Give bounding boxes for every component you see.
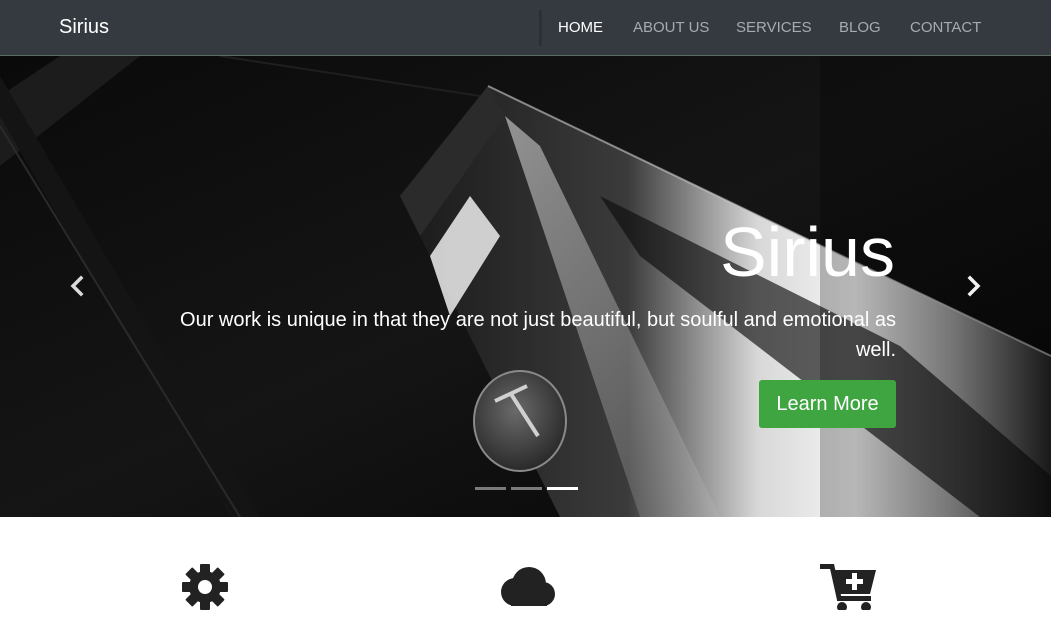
- carousel-indicator-2[interactable]: [511, 487, 542, 490]
- nav-item-about-us[interactable]: ABOUT US: [633, 20, 709, 36]
- nav-item-services[interactable]: SERVICES: [736, 20, 812, 36]
- carousel-indicator-1[interactable]: [475, 487, 506, 490]
- nav-divider: [539, 10, 542, 46]
- chevron-right-icon[interactable]: [962, 274, 986, 298]
- chevron-left-icon[interactable]: [65, 274, 89, 298]
- nav-item-contact[interactable]: CONTACT: [910, 20, 981, 36]
- brand-logo[interactable]: Sirius: [59, 15, 109, 39]
- learn-more-button[interactable]: Learn More: [759, 380, 896, 428]
- navbar: Sirius HOME ABOUT US SERVICES BLOG CONTA…: [0, 0, 1051, 56]
- cart-plus-icon: [820, 562, 880, 615]
- nav-item-home[interactable]: HOME: [558, 20, 603, 36]
- cloud-icon: [495, 562, 559, 615]
- carousel-indicator-3[interactable]: [547, 487, 578, 490]
- gear-icon: [180, 562, 230, 617]
- hero-description: Our work is unique in that they are not …: [180, 309, 896, 361]
- hero-title: Sirius: [719, 213, 895, 291]
- nav-item-blog[interactable]: BLOG: [839, 20, 881, 36]
- hero-carousel: Sirius Our work is unique in that they a…: [0, 56, 1051, 517]
